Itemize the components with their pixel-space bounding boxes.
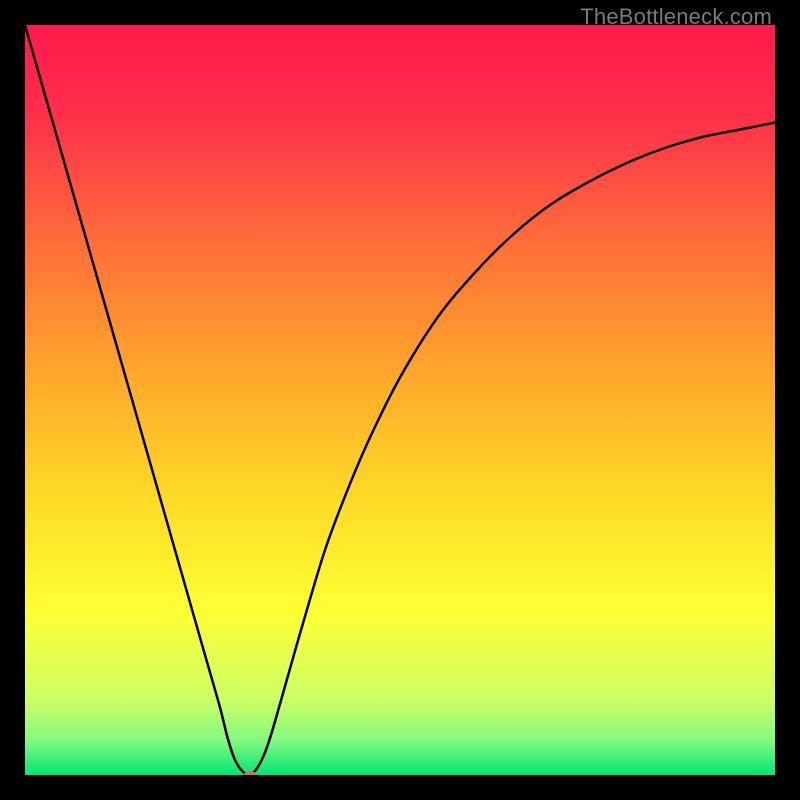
chart-frame	[25, 25, 775, 775]
watermark-text: TheBottleneck.com	[580, 4, 772, 30]
chart-background-gradient	[25, 25, 775, 775]
chart-svg	[25, 25, 775, 775]
